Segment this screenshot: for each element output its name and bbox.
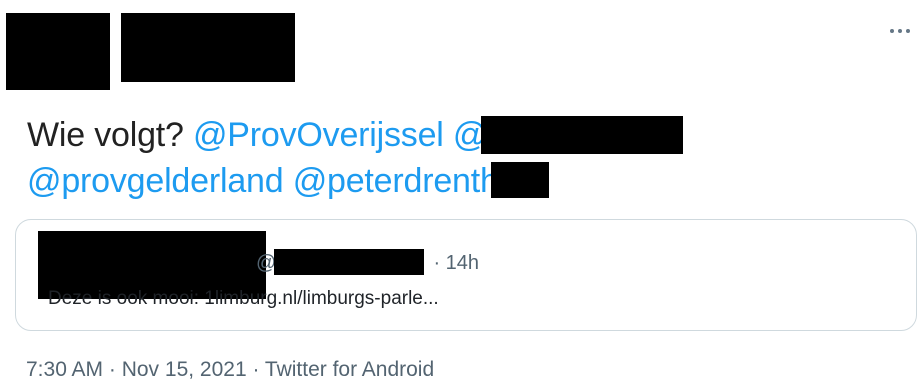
dot [890,29,894,33]
mention-redaction [490,162,549,199]
dot [898,29,902,33]
quoted-handle-redaction [273,248,424,275]
author-name-redacted[interactable] [121,13,295,82]
mention-redaction [481,116,684,155]
quoted-tweet-text: Deze is ook mooi: 1limburg.nl/limburgs-p… [48,288,439,309]
quoted-tweet-header: @ · 14h [256,248,479,277]
avatar-redacted[interactable] [6,13,110,90]
quoted-tweet-card[interactable]: @ · 14h Deze is ook mooi: 1limburg.nl/li… [15,219,917,331]
mention-peterdrenth[interactable]: @peterdrenth [293,162,499,200]
tweet-text-prefix: Wie volgt? [27,116,193,154]
mention-provoverijssel[interactable]: @ProvOverijssel [193,116,444,154]
tweet-metadata[interactable]: 7:30 AM · Nov 15, 2021 · Twitter for And… [26,356,434,384]
mention-provgelderland[interactable]: @provgelderland [27,162,284,200]
more-options-icon[interactable] [884,20,916,42]
dot [906,29,910,33]
quoted-tweet-time[interactable]: · 14h [433,252,479,274]
tweet-text: Wie volgt? @ProvOverijssel @ @provgelder… [27,112,887,204]
